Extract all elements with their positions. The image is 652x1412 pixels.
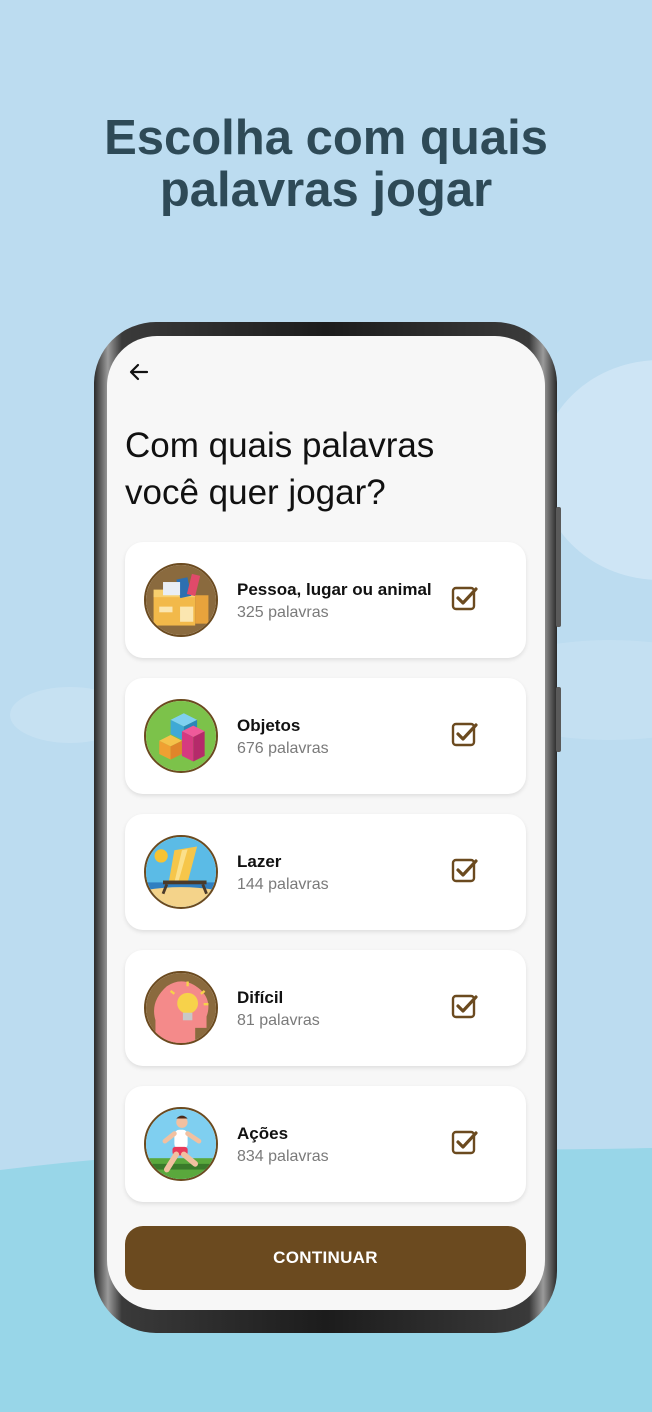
category-count: 81 palavras (237, 1012, 320, 1029)
category-count: 676 palavras (237, 740, 329, 757)
back-button[interactable] (121, 354, 157, 390)
beach-chair-icon (144, 835, 218, 909)
phone-power-button (556, 687, 561, 752)
category-card-dificil[interactable]: Difícil 81 palavras (125, 950, 526, 1066)
category-count: 834 palavras (237, 1148, 329, 1165)
category-card-objetos[interactable]: Objetos 676 palavras (125, 678, 526, 794)
checkbox-checked-icon[interactable] (450, 991, 480, 1021)
category-title: Pessoa, lugar ou animal (237, 580, 432, 599)
category-title: Objetos (237, 716, 301, 735)
category-card-acoes[interactable]: Ações 834 palavras (125, 1086, 526, 1202)
checkbox-checked-icon[interactable] (450, 855, 480, 885)
page-title: Com quais palavras você quer jogar? (125, 422, 485, 516)
checkbox-checked-icon[interactable] (450, 719, 480, 749)
category-card-lazer[interactable]: Lazer 144 palavras (125, 814, 526, 930)
headline-line-1: Escolha com quais (104, 111, 548, 165)
boxes-icon (144, 563, 218, 637)
arrow-left-icon (129, 363, 149, 381)
phone-volume-button (556, 507, 561, 627)
category-count: 325 palavras (237, 604, 329, 621)
runner-icon (144, 1107, 218, 1181)
category-title: Ações (237, 1124, 289, 1143)
category-title: Lazer (237, 852, 282, 871)
checkbox-checked-icon[interactable] (450, 1127, 480, 1157)
lightbulb-head-icon (144, 971, 218, 1045)
app-screen: Com quais palavras você quer jogar? Pess… (107, 336, 545, 1310)
headline-line-2: palavras jogar (159, 163, 493, 217)
category-count: 144 palavras (237, 876, 329, 893)
cubes-icon (144, 699, 218, 773)
headline: Escolha com quais palavras jogar (0, 112, 652, 216)
category-card-pessoa[interactable]: Pessoa, lugar ou animal 325 palavras (125, 542, 526, 658)
checkbox-checked-icon[interactable] (450, 583, 480, 613)
continue-button[interactable]: CONTINUAR (125, 1226, 526, 1290)
category-title: Difícil (237, 988, 284, 1007)
page-title-line-2: você quer jogar? (125, 473, 386, 512)
page-title-line-1: Com quais palavras (125, 426, 435, 465)
